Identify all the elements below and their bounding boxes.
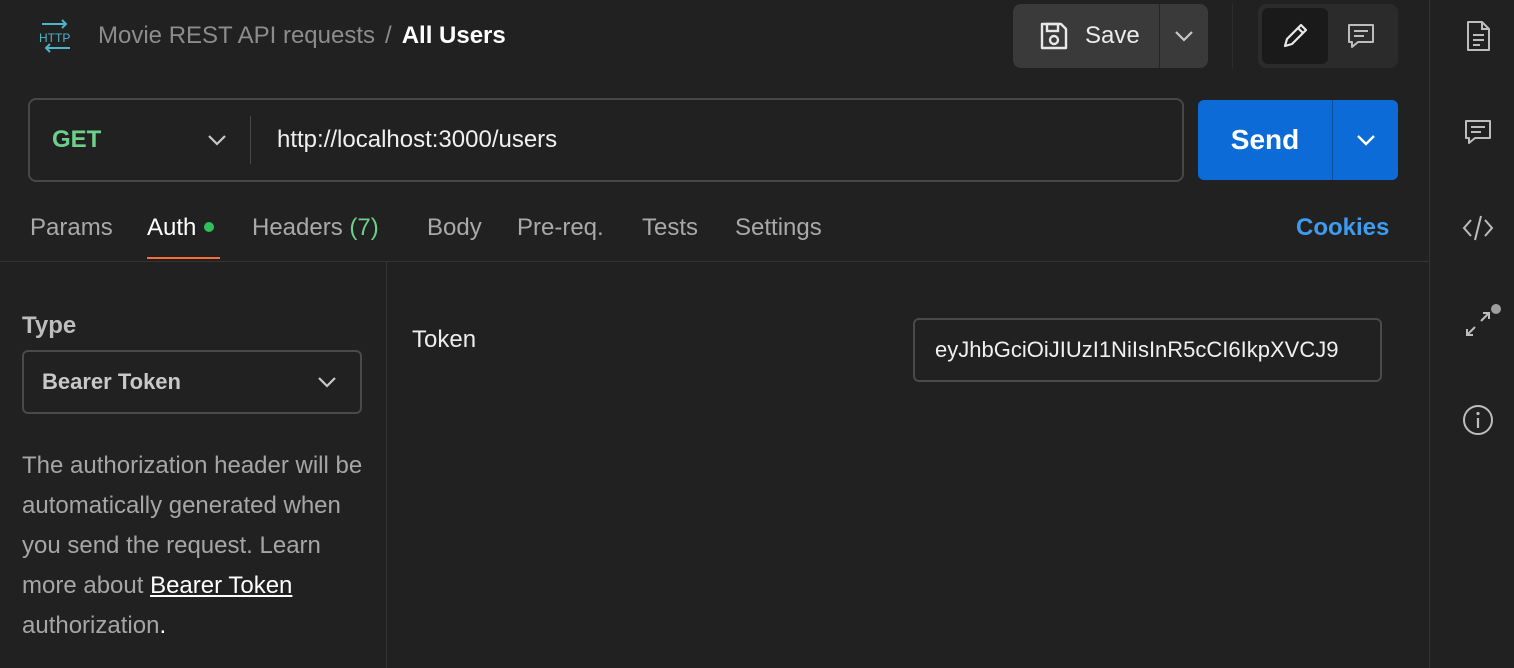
save-button-group: Save [1013, 4, 1208, 68]
save-options-button[interactable] [1160, 4, 1208, 68]
save-button[interactable]: Save [1013, 4, 1159, 68]
method-select[interactable]: GET [30, 100, 250, 180]
http-badge-text: HTTP [39, 31, 70, 45]
auth-description-tail: authorization [22, 612, 160, 639]
auth-type-label: Type [22, 312, 77, 339]
pane-divider[interactable] [386, 262, 387, 668]
tab-headers[interactable]: Headers (7) [252, 212, 379, 244]
cookies-link[interactable]: Cookies [1296, 212, 1389, 244]
chevron-down-icon [1356, 135, 1375, 146]
info-icon[interactable] [1459, 401, 1497, 439]
http-request-icon: HTTP [36, 18, 76, 54]
tab-params[interactable]: Params [30, 212, 113, 244]
tab-label: Auth [147, 214, 197, 241]
tab-tests[interactable]: Tests [642, 212, 698, 244]
tab-body[interactable]: Body [427, 212, 482, 244]
auth-description-end: . [159, 612, 167, 639]
breadcrumb-separator: / [385, 22, 392, 49]
view-mode-toggle [1258, 4, 1398, 68]
documentation-icon[interactable] [1459, 17, 1497, 55]
floppy-disk-icon [1040, 22, 1068, 50]
tab-settings[interactable]: Settings [735, 212, 822, 244]
chevron-down-icon [208, 135, 226, 146]
token-input[interactable] [913, 318, 1382, 382]
method-label: GET [52, 126, 102, 153]
comment-mode-button[interactable] [1328, 8, 1394, 64]
pencil-icon [1283, 23, 1308, 48]
header-divider [1232, 4, 1233, 68]
edit-mode-button[interactable] [1262, 8, 1328, 64]
code-icon[interactable] [1459, 209, 1497, 247]
send-button-group: Send [1198, 100, 1398, 180]
url-input[interactable] [251, 100, 1182, 180]
comments-icon[interactable] [1459, 113, 1497, 151]
tab-label: Tests [642, 214, 699, 241]
postman-request-view: HTTP Movie REST API requests / All Users S… [0, 0, 1514, 668]
tab-label: Settings [735, 214, 822, 241]
notification-dot [1491, 304, 1501, 314]
chevron-down-icon [1175, 31, 1193, 42]
tab-label: Params [30, 214, 113, 241]
active-tab-indicator [147, 257, 220, 259]
send-options-button[interactable] [1333, 100, 1398, 180]
auth-description: The authorization header will be automat… [22, 446, 367, 646]
tab-label: Headers [252, 214, 343, 241]
comment-icon [1348, 24, 1374, 48]
right-rail-border [1429, 0, 1430, 668]
chevron-down-icon [318, 377, 336, 388]
tab-pre-request[interactable]: Pre-req. [517, 212, 604, 244]
tab-label: Pre-req. [517, 214, 604, 241]
tabs-divider [0, 261, 1430, 262]
tab-label: Body [427, 214, 482, 241]
token-label: Token [412, 326, 477, 353]
send-button[interactable]: Send [1198, 100, 1332, 180]
collection-breadcrumb[interactable]: Movie REST API requests [98, 22, 375, 49]
breadcrumb: Movie REST API requests / All Users [98, 20, 506, 52]
tab-auth[interactable]: Auth [147, 212, 215, 244]
auth-type-value: Bearer Token [42, 369, 181, 394]
send-label: Send [1230, 124, 1300, 155]
auth-type-select[interactable]: Bearer Token [22, 350, 362, 414]
headers-count: (7) [349, 214, 379, 241]
url-bar: GET [28, 98, 1184, 182]
save-label: Save [1085, 22, 1140, 49]
auth-status-dot [204, 221, 215, 232]
request-name[interactable]: All Users [402, 22, 506, 49]
bearer-token-link[interactable]: Bearer Token [150, 572, 292, 599]
